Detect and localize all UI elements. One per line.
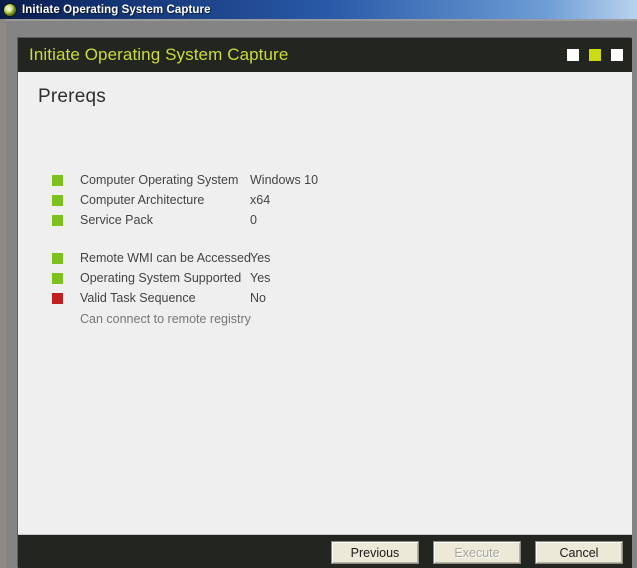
dialog-header: Initiate Operating System Capture [18,38,632,72]
prereq-row: Computer Operating System Windows 10 [52,170,572,190]
prereq-group: Computer Operating System Windows 10 Com… [52,170,572,230]
cancel-button[interactable]: Cancel [535,541,623,564]
prereq-value: x64 [250,193,271,207]
footer-buttons: Previous Execute Cancel [331,541,623,564]
prereq-value: No [250,291,266,305]
chrome-highlight-bar [0,19,637,21]
prereq-value: Yes [250,251,271,265]
prereq-row: Computer Architecture x64 [52,190,572,210]
minimize-box-icon[interactable] [567,49,579,61]
prereq-row: Service Pack 0 [52,210,572,230]
execute-button[interactable]: Execute [433,541,521,564]
application-window: Initiate Operating System Capture Initia… [0,0,637,568]
prereq-note: Can connect to remote registry [80,312,251,326]
maximize-box-icon[interactable] [589,49,601,61]
app-circle-icon [3,2,17,17]
dialog-body: Prereqs Computer Operating System Window… [18,72,632,535]
prereq-label: Computer Operating System [80,173,239,187]
prereq-label: Computer Architecture [80,193,205,207]
os-titlebar[interactable]: Initiate Operating System Capture [0,0,637,19]
chrome-left-edge [0,19,6,568]
prereq-label: Operating System Supported [80,271,242,285]
os-window-title: Initiate Operating System Capture [22,3,211,16]
status-ok-icon [52,194,63,206]
status-fail-icon [52,292,63,304]
prereq-label: Valid Task Sequence [80,291,196,305]
previous-button[interactable]: Previous [331,541,419,564]
prereq-row: Valid Task Sequence No [52,288,572,308]
status-ok-icon [52,272,63,284]
status-ok-icon [52,214,63,226]
prereq-label: Remote WMI can be Accessed [80,251,251,265]
prereq-list: Computer Operating System Windows 10 Com… [52,170,572,344]
wizard-dialog: Initiate Operating System Capture Prereq… [18,38,632,568]
page-title: Prereqs [38,86,106,107]
prereq-row: Operating System Supported Yes [52,268,572,288]
status-ok-icon [52,252,63,264]
prereq-row: Remote WMI can be Accessed Yes [52,248,572,268]
prereq-value: Yes [250,271,271,285]
window-controls [567,49,623,61]
prereq-value: Windows 10 [250,173,319,187]
prereq-label: Service Pack [80,213,153,227]
prereq-group: Remote WMI can be Accessed Yes Operating… [52,248,572,326]
prereq-value: 0 [250,213,257,227]
dialog-footer: Previous Execute Cancel [18,535,632,568]
dialog-title: Initiate Operating System Capture [29,45,289,64]
status-ok-icon [52,174,63,186]
close-box-icon[interactable] [611,49,623,61]
